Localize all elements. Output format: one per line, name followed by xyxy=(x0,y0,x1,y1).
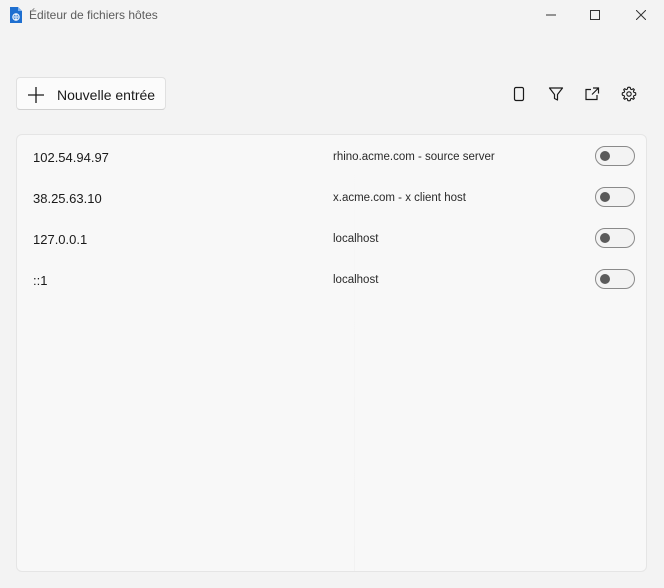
list-item[interactable]: 127.0.0.1 localhost xyxy=(17,218,646,259)
open-external-button[interactable] xyxy=(580,82,604,106)
entry-toggle[interactable] xyxy=(595,269,635,289)
entry-address: ::1 xyxy=(33,273,48,288)
title-bar: Éditeur de fichiers hôtes xyxy=(0,0,664,30)
entry-host: rhino.acme.com - source server xyxy=(333,151,495,163)
list-item[interactable]: 102.54.94.97 rhino.acme.com - source ser… xyxy=(17,136,646,177)
entry-host: x.acme.com - x client host xyxy=(333,192,466,204)
document-globe-icon xyxy=(10,7,22,23)
entry-address: 127.0.0.1 xyxy=(33,232,88,247)
filter-button[interactable] xyxy=(544,82,568,106)
list-item[interactable]: ::1 localhost xyxy=(17,259,646,300)
entry-address: 102.54.94.97 xyxy=(33,150,109,165)
open-external-icon xyxy=(585,87,600,101)
minimize-button[interactable] xyxy=(528,0,574,30)
settings-button[interactable] xyxy=(617,82,641,106)
close-icon xyxy=(636,10,646,20)
entry-toggle[interactable] xyxy=(595,146,635,166)
maximize-icon xyxy=(590,10,600,20)
plus-icon xyxy=(28,87,44,103)
filter-icon xyxy=(548,87,564,101)
window-title: Éditeur de fichiers hôtes xyxy=(29,8,158,22)
toggle-knob xyxy=(600,192,610,202)
phone-button[interactable] xyxy=(507,82,531,106)
toggle-knob xyxy=(600,274,610,284)
maximize-button[interactable] xyxy=(572,0,618,30)
minimize-icon xyxy=(546,14,556,16)
list-item[interactable]: 38.25.63.10 x.acme.com - x client host xyxy=(17,177,646,218)
add-entry-button[interactable]: Nouvelle entrée xyxy=(16,77,166,110)
gear-icon xyxy=(621,86,637,102)
entry-host: localhost xyxy=(333,274,379,286)
toggle-knob xyxy=(600,233,610,243)
entry-toggle[interactable] xyxy=(595,187,635,207)
entry-toggle[interactable] xyxy=(595,228,635,248)
add-entry-label: Nouvelle entrée xyxy=(57,87,156,103)
phone-icon xyxy=(513,86,525,102)
toggle-knob xyxy=(600,151,610,161)
close-button[interactable] xyxy=(618,0,664,30)
entry-address: 38.25.63.10 xyxy=(33,191,102,206)
entry-host: localhost xyxy=(333,233,379,245)
entries-list: 102.54.94.97 rhino.acme.com - source ser… xyxy=(16,134,647,572)
